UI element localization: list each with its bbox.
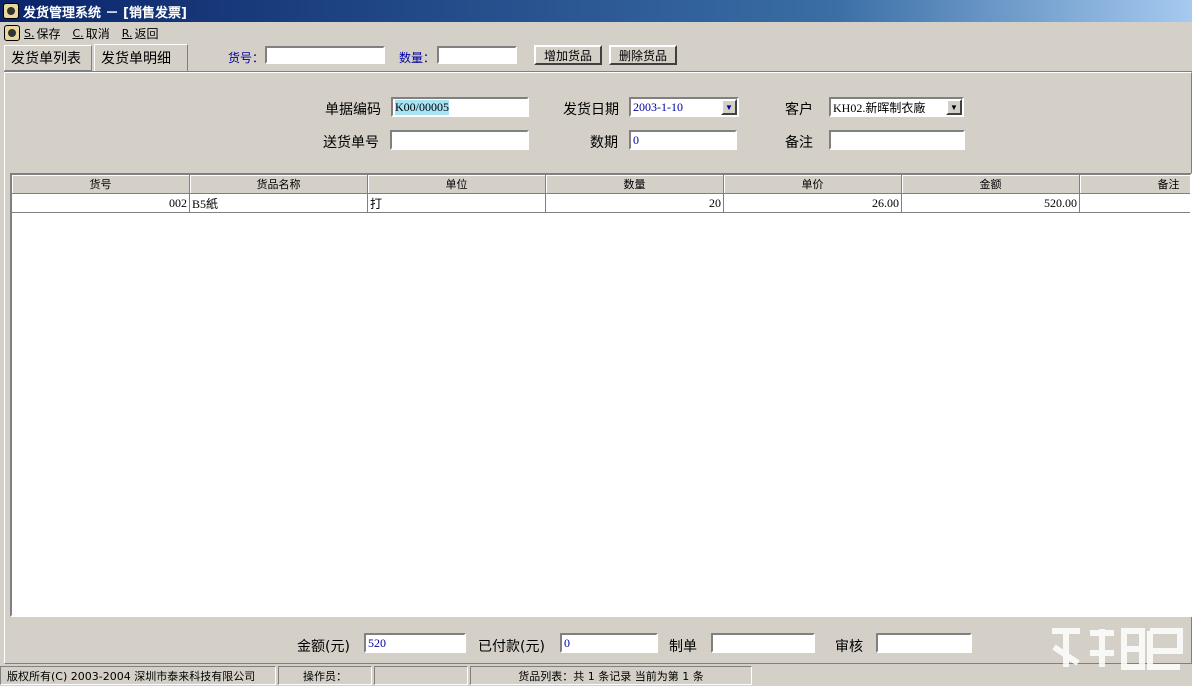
tab-divider <box>4 71 1192 72</box>
menu-cancel-label: 取消 <box>85 26 110 41</box>
delivery-no-input[interactable] <box>390 130 529 150</box>
delivery-no-label: 送货单号 <box>323 135 379 151</box>
menu-bar: S. 保存 C. 取消 R. 返回 <box>0 22 1192 44</box>
menu-save-key: S. <box>24 26 35 40</box>
item-no-label: 货号： <box>228 51 265 65</box>
doc-code-value: K00/00005 <box>395 99 449 115</box>
menu-cancel-key: C. <box>72 26 84 40</box>
auditor-input[interactable] <box>876 633 972 653</box>
status-record-count: 货品列表：共 1 条记录 当前为第 1 条 <box>470 666 752 685</box>
add-item-button[interactable]: 增加货品 <box>534 45 602 65</box>
tab-shipment-detail-label: 发货单明细 <box>101 51 171 67</box>
col-header-amount[interactable]: 金额 <box>902 175 1080 194</box>
menu-save[interactable]: S. 保存 <box>24 25 61 42</box>
customer-dropdown-button[interactable]: ▼ <box>946 99 962 115</box>
menu-return[interactable]: R. 返回 <box>122 25 159 42</box>
paid-label: 已付款(元) <box>478 639 545 655</box>
menu-app-icon[interactable] <box>4 25 20 41</box>
table-cell-quantity[interactable]: 20 <box>546 194 724 213</box>
chevron-down-icon: ▼ <box>950 102 958 112</box>
customer-label: 客户 <box>785 102 813 118</box>
ship-date-value: 2003-1-10 <box>633 99 683 114</box>
table-cell-remark[interactable] <box>1080 194 1190 213</box>
col-header-item-no[interactable]: 货号 <box>12 175 190 194</box>
status-copyright: 版权所有(C) 2003-2004 深圳市泰来科技有限公司 <box>0 666 276 685</box>
table-cell-item-no[interactable]: 002 <box>12 194 190 213</box>
doc-code-label: 单据编码 <box>325 102 381 118</box>
status-operator-value <box>374 666 468 685</box>
table-cell-unit[interactable]: 打 <box>368 194 546 213</box>
table-cell-amount[interactable]: 520.00 <box>902 194 1080 213</box>
qty-label: 数量： <box>399 51 436 65</box>
status-bar: 版权所有(C) 2003-2004 深圳市泰来科技有限公司 操作员： 货品列表：… <box>0 666 1192 686</box>
period-input[interactable]: 0 <box>629 130 737 150</box>
tab-shipment-list-label: 发货单列表 <box>11 51 81 67</box>
ship-date-picker[interactable]: 2003-1-10 ▼ <box>629 97 739 117</box>
menu-return-label: 返回 <box>134 26 159 41</box>
customer-value: KH02.新晖制衣廠 <box>833 100 926 115</box>
qty-input[interactable] <box>437 46 517 64</box>
ship-date-label: 发货日期 <box>563 102 619 118</box>
maker-label: 制单 <box>669 639 697 655</box>
delete-item-button[interactable]: 删除货品 <box>609 45 677 65</box>
customer-select[interactable]: KH02.新晖制衣廠 ▼ <box>829 97 964 117</box>
col-header-remark[interactable]: 备注 <box>1080 175 1190 194</box>
title-bar: 发货管理系统 － [销售发票] <box>0 0 1192 22</box>
col-header-item-name[interactable]: 货品名称 <box>190 175 368 194</box>
auditor-label: 审核 <box>835 639 863 655</box>
remark-input[interactable] <box>829 130 965 150</box>
period-label: 数期 <box>590 135 618 151</box>
remark-label: 备注 <box>785 135 813 151</box>
chevron-down-icon: ▼ <box>725 102 733 112</box>
maker-input[interactable] <box>711 633 815 653</box>
app-icon <box>3 3 19 19</box>
col-header-quantity[interactable]: 数量 <box>546 175 724 194</box>
menu-cancel[interactable]: C. 取消 <box>73 25 110 42</box>
col-header-unit-price[interactable]: 单价 <box>724 175 902 194</box>
paid-input[interactable]: 0 <box>560 633 658 653</box>
amount-input[interactable]: 520 <box>364 633 466 653</box>
doc-code-input[interactable]: K00/00005 <box>391 97 529 117</box>
table-cell-unit-price[interactable]: 26.00 <box>724 194 902 213</box>
table-cell-item-name[interactable]: B5紙 <box>190 194 368 213</box>
amount-label: 金额(元) <box>297 639 350 655</box>
ship-date-dropdown-button[interactable]: ▼ <box>721 99 737 115</box>
tab-shipment-detail[interactable]: 发货单明细 <box>94 44 188 71</box>
menu-save-label: 保存 <box>36 26 61 41</box>
items-grid[interactable]: 货号 货品名称 单位 数量 单价 金额 备注 002 B5紙 打 20 26.0… <box>10 173 1192 617</box>
tab-shipment-list[interactable]: 发货单列表 <box>4 45 92 71</box>
item-no-input[interactable] <box>265 46 385 64</box>
window-title: 发货管理系统 － [销售发票] <box>23 5 187 21</box>
status-operator-label: 操作员： <box>278 666 372 685</box>
menu-return-key: R. <box>121 26 133 40</box>
col-header-unit[interactable]: 单位 <box>368 175 546 194</box>
